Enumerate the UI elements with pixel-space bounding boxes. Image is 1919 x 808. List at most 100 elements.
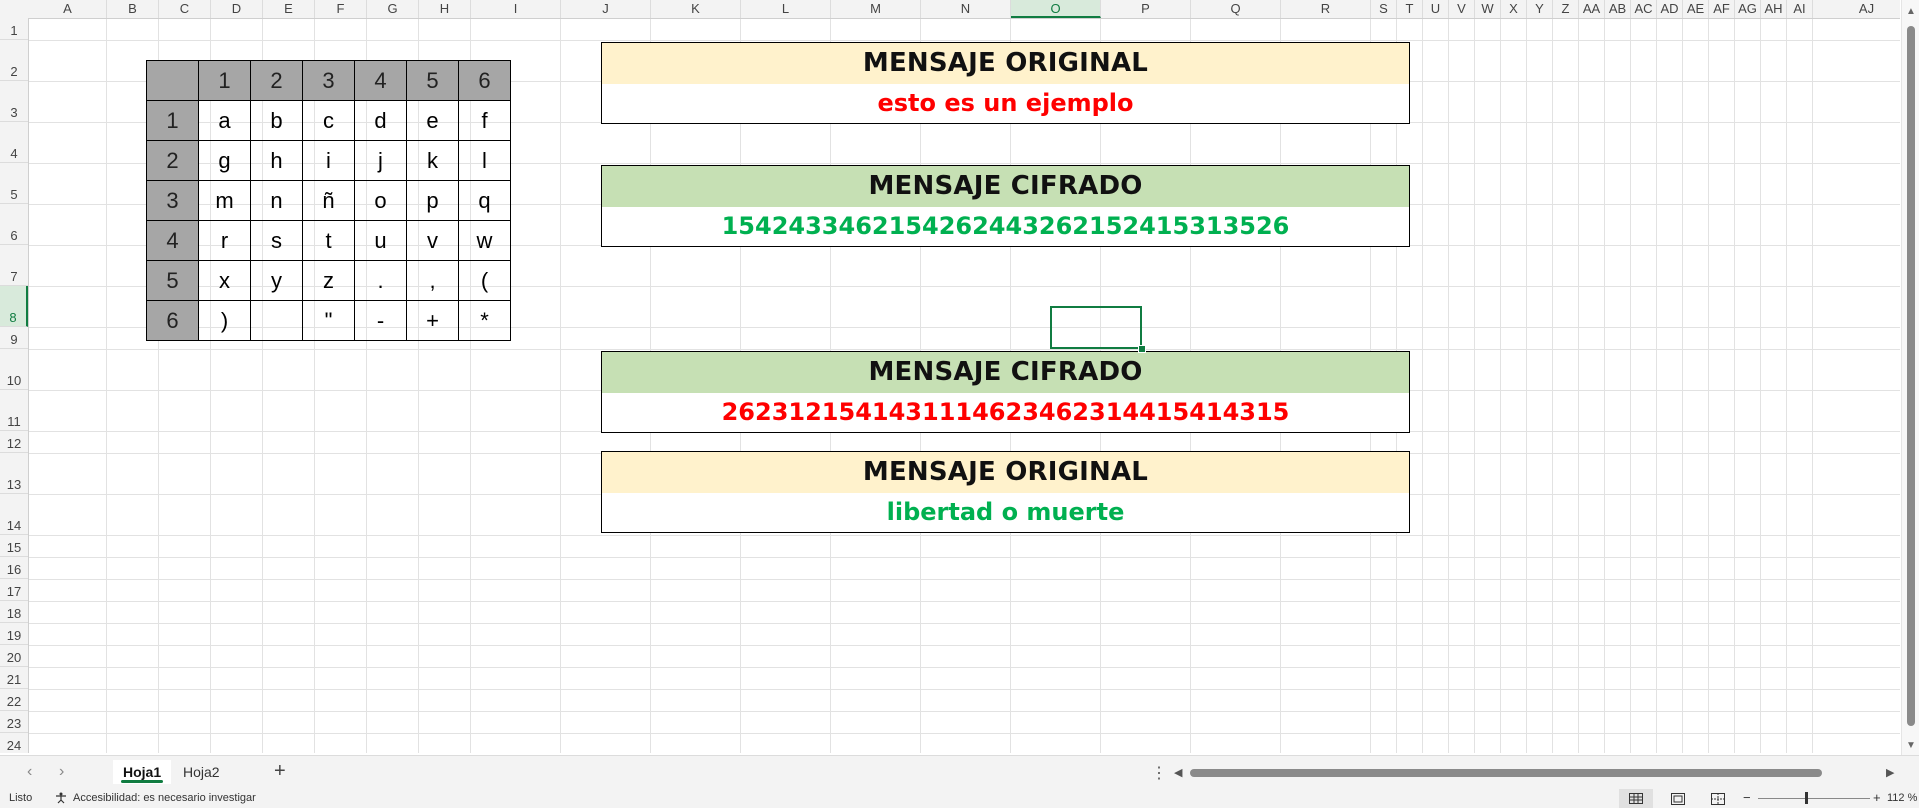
column-header-j[interactable]: J xyxy=(561,0,651,18)
polybius-header-cell[interactable]: 2 xyxy=(146,140,199,181)
row-header-11[interactable]: 11 xyxy=(0,390,28,431)
polybius-letter-cell[interactable]: o xyxy=(354,180,407,221)
message-title[interactable]: MENSAJE CIFRADO xyxy=(602,166,1409,207)
polybius-letter-cell[interactable]: * xyxy=(458,300,511,341)
row-header-7[interactable]: 7 xyxy=(0,245,28,286)
polybius-header-cell[interactable]: 4 xyxy=(354,60,407,101)
row-header-14[interactable]: 14 xyxy=(0,494,28,535)
column-header-ac[interactable]: AC xyxy=(1631,0,1657,18)
message-value[interactable]: 1542433462154262443262152415313526 xyxy=(602,207,1409,246)
polybius-header-cell[interactable]: 3 xyxy=(146,180,199,221)
polybius-header-cell[interactable]: 6 xyxy=(458,60,511,101)
zoom-out-button[interactable]: − xyxy=(1743,790,1751,805)
column-header-h[interactable]: H xyxy=(419,0,471,18)
cell-grid[interactable]: 1234561abcdef2ghijkl3mnñopq4rstuvw5xyz.,… xyxy=(29,19,1900,753)
polybius-header-cell[interactable]: 1 xyxy=(146,100,199,141)
column-header-p[interactable]: P xyxy=(1101,0,1191,18)
polybius-letter-cell[interactable]: q xyxy=(458,180,511,221)
column-header-ae[interactable]: AE xyxy=(1683,0,1709,18)
message-title[interactable]: MENSAJE ORIGINAL xyxy=(602,43,1409,84)
column-header-f[interactable]: F xyxy=(315,0,367,18)
polybius-letter-cell[interactable]: c xyxy=(302,100,355,141)
column-header-v[interactable]: V xyxy=(1449,0,1475,18)
column-header-g[interactable]: G xyxy=(367,0,419,18)
polybius-header-cell[interactable]: 2 xyxy=(250,60,303,101)
accessibility-status[interactable]: Accesibilidad: es necesario investigar xyxy=(73,792,256,804)
message-value[interactable]: libertad o muerte xyxy=(602,493,1409,532)
row-header-1[interactable]: 1 xyxy=(0,18,28,40)
fill-handle[interactable] xyxy=(1138,345,1146,353)
page-break-view-icon[interactable] xyxy=(1701,789,1735,808)
zoom-level[interactable]: 112 % xyxy=(1887,792,1917,804)
horizontal-scrollbar[interactable]: ◀ ▶ xyxy=(1172,766,1902,780)
sheet-tab-hoja1[interactable]: Hoja1 xyxy=(113,760,172,784)
column-header-s[interactable]: S xyxy=(1371,0,1397,18)
row-header-5[interactable]: 5 xyxy=(0,163,28,204)
column-header-af[interactable]: AF xyxy=(1709,0,1735,18)
row-header-23[interactable]: 23 xyxy=(0,711,28,733)
row-header-22[interactable]: 22 xyxy=(0,689,28,711)
horizontal-scroll-thumb[interactable] xyxy=(1190,769,1822,777)
polybius-letter-cell[interactable]: , xyxy=(406,260,459,301)
polybius-letter-cell[interactable]: i xyxy=(302,140,355,181)
column-header-aa[interactable]: AA xyxy=(1579,0,1605,18)
row-header-19[interactable]: 19 xyxy=(0,623,28,645)
row-header-17[interactable]: 17 xyxy=(0,579,28,601)
row-header-13[interactable]: 13 xyxy=(0,453,28,494)
column-header-e[interactable]: E xyxy=(263,0,315,18)
row-header-12[interactable]: 12 xyxy=(0,431,28,453)
polybius-letter-cell[interactable]: t xyxy=(302,220,355,261)
more-options-icon[interactable]: ⋮ xyxy=(1151,763,1167,783)
row-header-3[interactable]: 3 xyxy=(0,81,28,122)
polybius-letter-cell[interactable]: m xyxy=(198,180,251,221)
polybius-letter-cell[interactable]: - xyxy=(354,300,407,341)
polybius-letter-cell[interactable]: g xyxy=(198,140,251,181)
polybius-letter-cell[interactable]: u xyxy=(354,220,407,261)
row-header-18[interactable]: 18 xyxy=(0,601,28,623)
polybius-letter-cell[interactable]: b xyxy=(250,100,303,141)
zoom-in-button[interactable]: + xyxy=(1873,790,1881,805)
row-header-8[interactable]: 8 xyxy=(0,286,28,327)
message-title[interactable]: MENSAJE ORIGINAL xyxy=(602,452,1409,493)
column-header-m[interactable]: M xyxy=(831,0,921,18)
column-header-ag[interactable]: AG xyxy=(1735,0,1761,18)
polybius-letter-cell[interactable]: y xyxy=(250,260,303,301)
column-header-i[interactable]: I xyxy=(471,0,561,18)
polybius-letter-cell[interactable]: p xyxy=(406,180,459,221)
add-sheet-button[interactable]: + xyxy=(274,760,286,783)
polybius-letter-cell[interactable]: . xyxy=(354,260,407,301)
row-header-20[interactable]: 20 xyxy=(0,645,28,667)
column-header-b[interactable]: B xyxy=(107,0,159,18)
sheet-tab-hoja2[interactable]: Hoja2 xyxy=(173,760,230,784)
polybius-header-cell[interactable]: 4 xyxy=(146,220,199,261)
polybius-letter-cell[interactable]: n xyxy=(250,180,303,221)
column-header-x[interactable]: X xyxy=(1501,0,1527,18)
polybius-letter-cell[interactable]: d xyxy=(354,100,407,141)
polybius-letter-cell[interactable]: j xyxy=(354,140,407,181)
vertical-scroll-thumb[interactable] xyxy=(1907,26,1915,726)
polybius-letter-cell[interactable]: ) xyxy=(198,300,251,341)
column-header-y[interactable]: Y xyxy=(1527,0,1553,18)
polybius-letter-cell[interactable]: + xyxy=(406,300,459,341)
polybius-letter-cell[interactable]: ñ xyxy=(302,180,355,221)
message-title[interactable]: MENSAJE CIFRADO xyxy=(602,352,1409,393)
column-header-r[interactable]: R xyxy=(1281,0,1371,18)
polybius-header-cell[interactable]: 5 xyxy=(146,260,199,301)
polybius-header-cell[interactable]: 1 xyxy=(198,60,251,101)
zoom-slider[interactable] xyxy=(1758,798,1870,799)
normal-view-icon[interactable] xyxy=(1619,789,1653,808)
column-header-o[interactable]: O xyxy=(1011,0,1101,18)
column-header-q[interactable]: Q xyxy=(1191,0,1281,18)
column-header-a[interactable]: A xyxy=(29,0,107,18)
column-header-ad[interactable]: AD xyxy=(1657,0,1683,18)
scroll-right-icon[interactable]: ▶ xyxy=(1886,766,1894,779)
row-header-15[interactable]: 15 xyxy=(0,535,28,557)
polybius-letter-cell[interactable]: w xyxy=(458,220,511,261)
row-header-6[interactable]: 6 xyxy=(0,204,28,245)
row-header-24[interactable]: 24 xyxy=(0,733,28,753)
scroll-left-icon[interactable]: ◀ xyxy=(1174,766,1182,779)
row-header-10[interactable]: 10 xyxy=(0,349,28,390)
selected-cell[interactable] xyxy=(1050,306,1142,349)
zoom-slider-knob[interactable] xyxy=(1805,792,1808,804)
polybius-letter-cell[interactable]: x xyxy=(198,260,251,301)
